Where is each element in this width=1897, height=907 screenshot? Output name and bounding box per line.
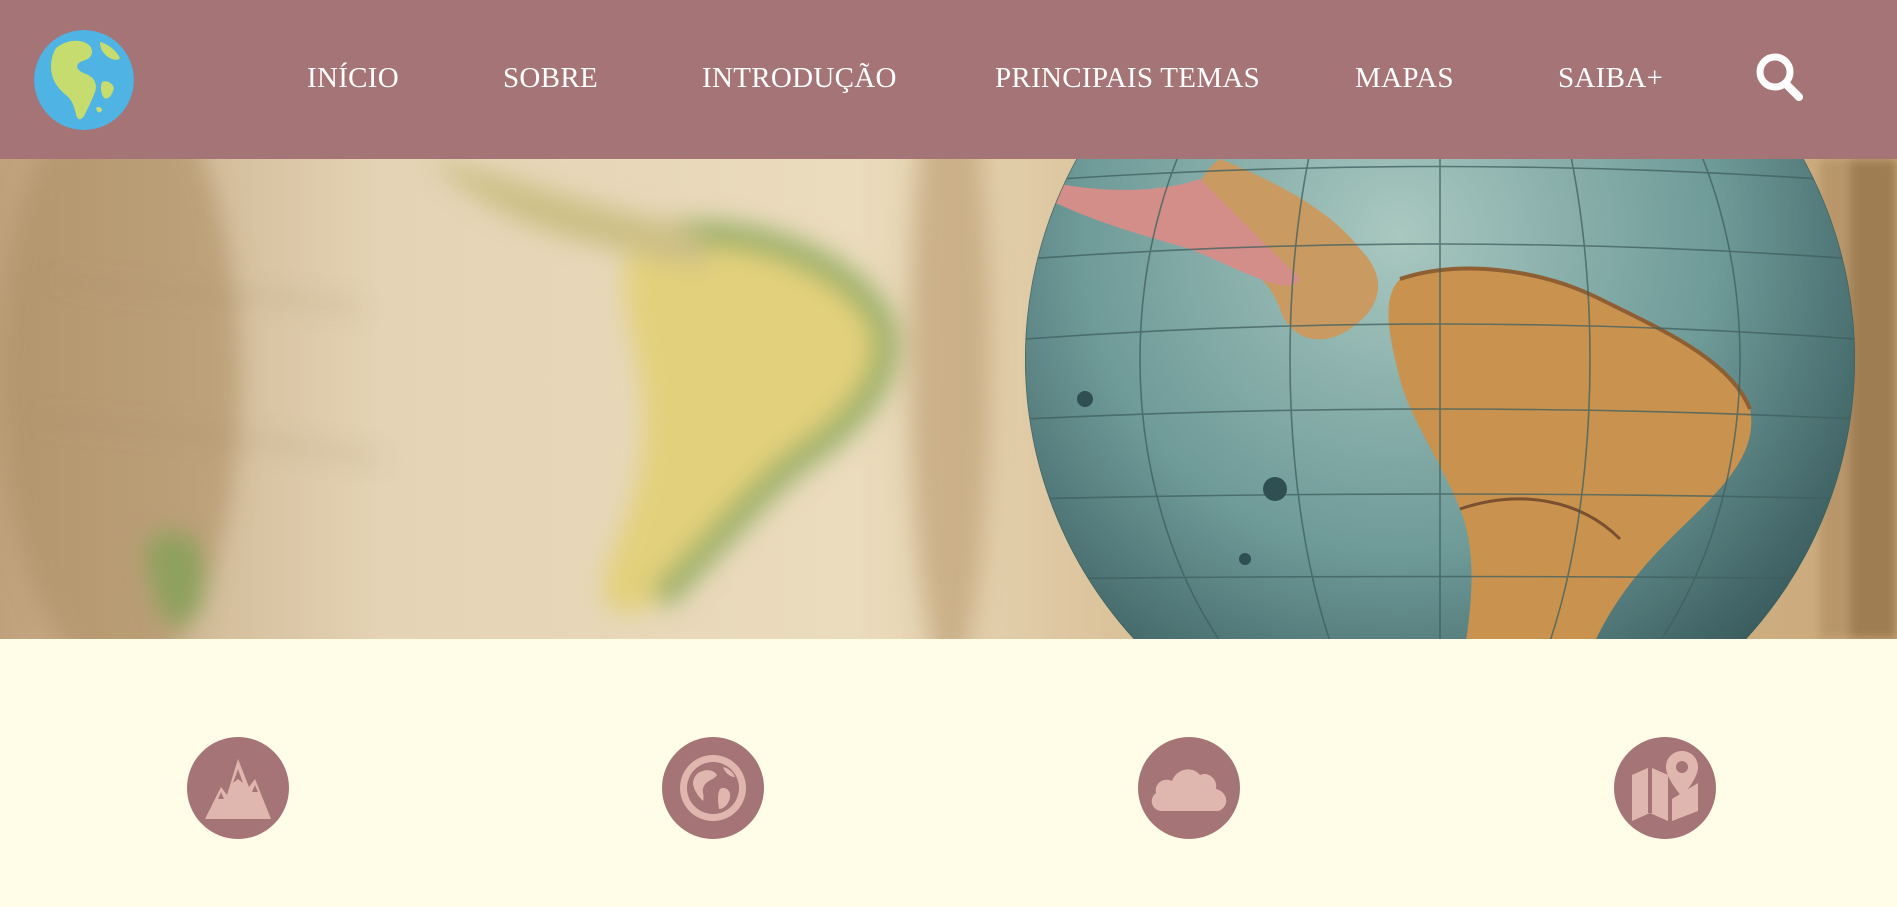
map-pin-icon[interactable] <box>1614 737 1716 839</box>
cloud-icon[interactable] <box>1138 737 1240 839</box>
antique-globe-banner <box>0 159 1897 639</box>
hero-banner <box>0 159 1897 639</box>
search-icon[interactable] <box>1755 52 1805 104</box>
nav-inicio[interactable]: INÍCIO <box>307 58 399 98</box>
nav-introducao[interactable]: INTRODUÇÃO <box>702 58 897 98</box>
nav-sobre[interactable]: SOBRE <box>503 58 598 98</box>
navbar: INÍCIO SOBRE INTRODUÇÃO PRINCIPAIS TEMAS… <box>0 0 1897 159</box>
nav-mapas[interactable]: MAPAS <box>1355 58 1454 98</box>
nav-principais-temas[interactable]: PRINCIPAIS TEMAS <box>995 58 1260 98</box>
nav-saiba-mais[interactable]: SAIBA+ <box>1558 58 1663 98</box>
mountain-icon[interactable] <box>187 737 289 839</box>
earth-icon[interactable] <box>662 737 764 839</box>
globe-logo-icon[interactable] <box>34 30 134 130</box>
